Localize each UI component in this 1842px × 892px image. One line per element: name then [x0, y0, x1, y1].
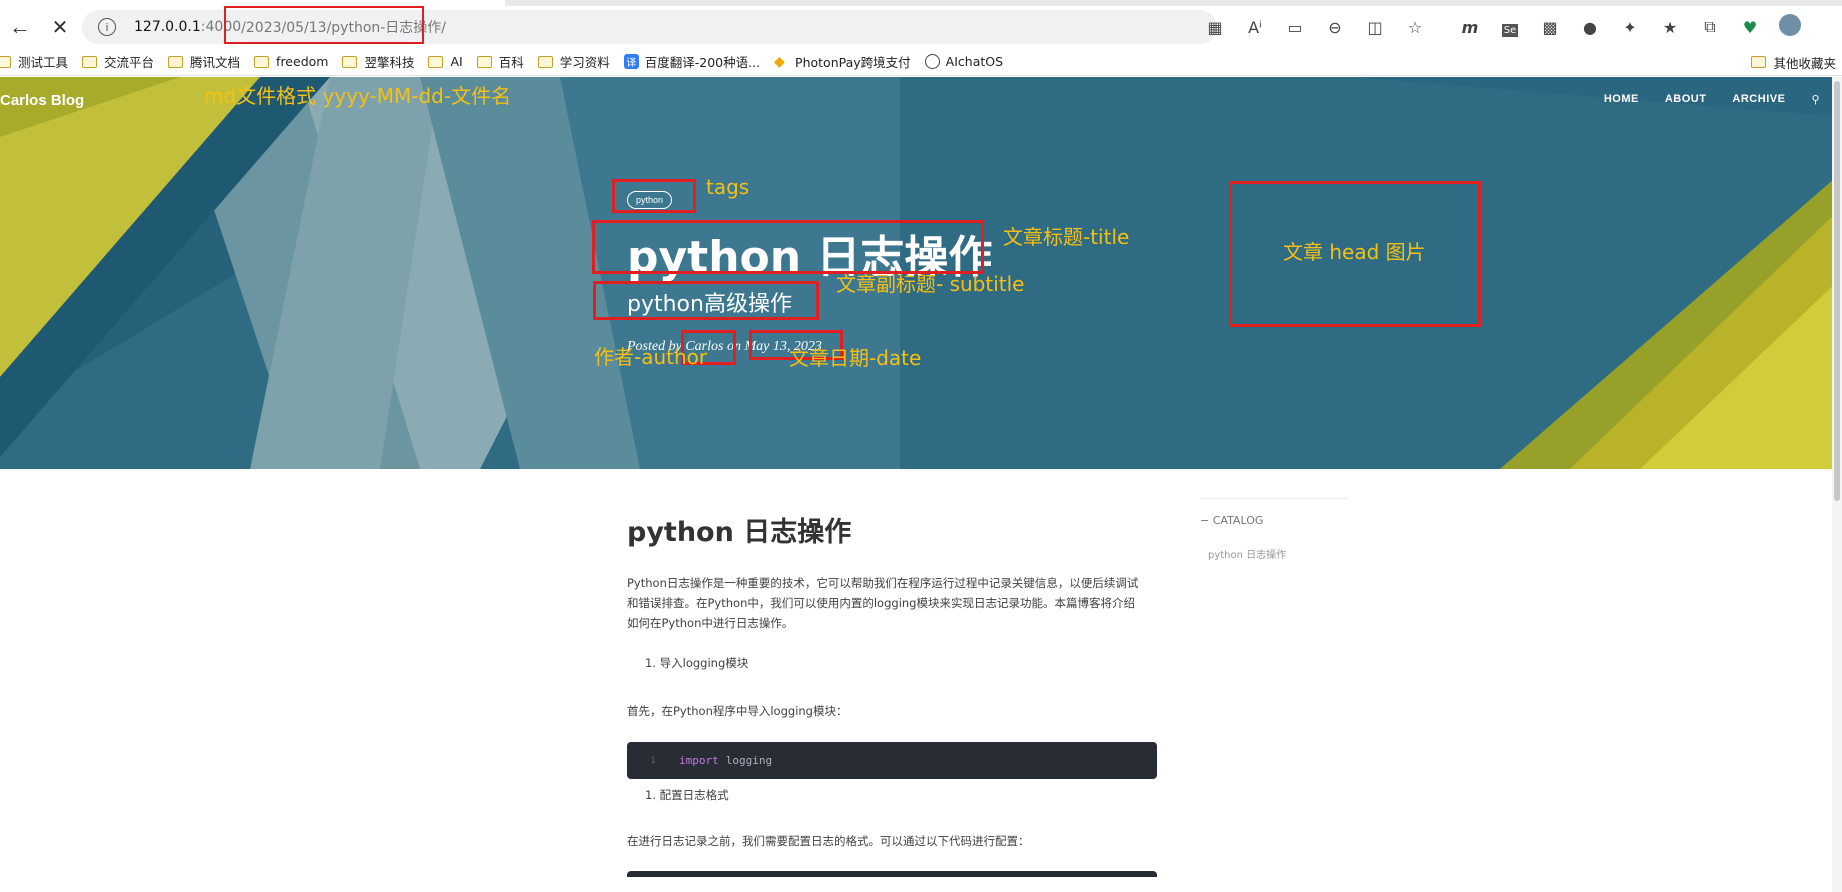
extensions-bar: m Se ▩ ● ✦ ★ ⧉ ♥ [1450, 12, 1810, 42]
site-nav: HOME ABOUT ARCHIVE ⚲ [1604, 93, 1820, 106]
collections-icon[interactable]: ⧉ [1690, 17, 1730, 37]
bookmarks-bar: 测试工具 交流平台 腾讯文档 freedom 翌擎科技 AI 百科 学习资料 译… [0, 48, 1842, 76]
bookmark-folder[interactable]: AI [428, 54, 463, 69]
translate-icon: 译 [623, 54, 639, 69]
folder-icon [476, 55, 492, 68]
zoom-out-icon[interactable]: ⊖ [1315, 18, 1355, 37]
bookmark-folder[interactable]: freedom [254, 54, 328, 69]
app-icon[interactable]: ▩ [1530, 18, 1570, 37]
folder-icon [254, 55, 270, 68]
bookmark-folder[interactable]: 翌擎科技 [342, 52, 414, 71]
site-info-icon[interactable]: i [98, 18, 116, 36]
catalog-sidebar: − CATALOG python 日志操作 [1200, 498, 1348, 561]
folder-icon [168, 55, 184, 68]
subtitle-highlight [593, 281, 819, 320]
post-header: Carlos Blog HOME ABOUT ARCHIVE ⚲ md文件格式 … [0, 77, 1842, 469]
catalog-title: − CATALOG [1200, 514, 1264, 527]
article-paragraph: 在进行日志记录之前，我们需要配置日志的格式。可以通过以下代码进行配置： [627, 834, 1030, 848]
bookmark-folder[interactable]: 百科 [476, 52, 524, 71]
annotation-title: 文章标题-title [1003, 225, 1130, 249]
annotation-subtitle: 文章副标题- subtitle [836, 272, 1025, 296]
favorite-star-icon[interactable]: ☆ [1395, 18, 1435, 37]
site-brand[interactable]: Carlos Blog [0, 92, 84, 109]
selenium-icon[interactable]: Se [1490, 18, 1530, 37]
aichat-icon [924, 54, 940, 69]
article-paragraph: 首先，在Python程序中导入logging模块： [627, 704, 848, 718]
list-item: 1. 配置日志格式 [645, 788, 729, 802]
split-screen-icon[interactable]: ◫ [1355, 18, 1395, 37]
github-icon[interactable]: ● [1570, 18, 1610, 37]
back-arrow-icon[interactable]: ← [0, 9, 40, 45]
list-item: 1. 导入logging模块 [645, 656, 749, 670]
scrollbar-thumb[interactable] [1834, 81, 1840, 501]
nav-about[interactable]: ABOUT [1665, 93, 1707, 106]
other-bookmarks[interactable]: 其他收藏夹 [1751, 48, 1842, 76]
folder-icon [428, 55, 444, 68]
annotation-md-format: md文件格式 yyyy-MM-dd-文件名 [204, 84, 512, 108]
health-icon[interactable]: ♥ [1730, 18, 1770, 37]
address-host: 127.0.0.1 [134, 19, 201, 35]
article-heading: python 日志操作 [627, 517, 852, 548]
photonpay-icon: ◆ [774, 53, 785, 70]
m-extension-icon[interactable]: m [1450, 18, 1490, 37]
bookmark-link[interactable]: 译百度翻译-200种语... [623, 52, 760, 71]
extensions-puzzle-icon[interactable]: ✦ [1610, 18, 1650, 37]
annotation-head-image: 文章 head 图片 [1283, 240, 1426, 264]
read-aloud-icon[interactable]: Aⁱ [1235, 18, 1275, 37]
address-path-highlight [224, 6, 424, 44]
tags-highlight [612, 179, 696, 213]
stop-loading-icon[interactable]: ✕ [40, 9, 80, 45]
bookmark-folder[interactable]: 腾讯文档 [168, 52, 240, 71]
folder-icon [0, 55, 11, 68]
code-block [627, 871, 1157, 877]
bookmark-folder[interactable]: 测试工具 [0, 52, 68, 71]
code-line-number: 1 [650, 755, 656, 766]
title-highlight [592, 220, 984, 274]
page-scrollbar[interactable] [1832, 77, 1842, 892]
code-text: logging [725, 754, 773, 767]
annotation-author: 作者-author [594, 345, 708, 369]
folder-icon [1751, 56, 1767, 68]
post-content: python 日志操作 Python日志操作是一种重要的技术，它可以帮助我们在程… [627, 510, 1157, 877]
bookmark-folder[interactable]: 学习资料 [537, 52, 610, 71]
grid-icon[interactable]: ▦ [1195, 18, 1235, 37]
folder-icon [537, 55, 553, 68]
nav-home[interactable]: HOME [1604, 93, 1639, 106]
folder-icon [82, 55, 98, 68]
bookmark-link[interactable]: AIchatOS [924, 54, 1003, 69]
address-bar-actions: ▦ Aⁱ ▭ ⊖ ◫ ☆ [1195, 12, 1435, 42]
bookmark-link[interactable]: ◆ PhotonPay跨境支付 [774, 52, 911, 71]
annotation-tags: tags [706, 175, 750, 199]
article-intro: Python日志操作是一种重要的技术，它可以帮助我们在程序运行过程中记录关键信息… [627, 576, 1139, 630]
profile-avatar[interactable] [1770, 14, 1810, 40]
nav-archive[interactable]: ARCHIVE [1732, 93, 1785, 106]
catalog-item[interactable]: python 日志操作 [1200, 546, 1348, 561]
code-keyword: import [679, 754, 719, 767]
annotation-date: 文章日期-date [789, 346, 922, 370]
folder-icon [342, 55, 358, 68]
reader-icon[interactable]: ▭ [1275, 18, 1315, 37]
favorites-icon[interactable]: ★ [1650, 18, 1690, 37]
code-block: 1 import logging [627, 742, 1157, 779]
search-icon[interactable]: ⚲ [1811, 93, 1820, 106]
bookmark-folder[interactable]: 交流平台 [82, 52, 154, 71]
